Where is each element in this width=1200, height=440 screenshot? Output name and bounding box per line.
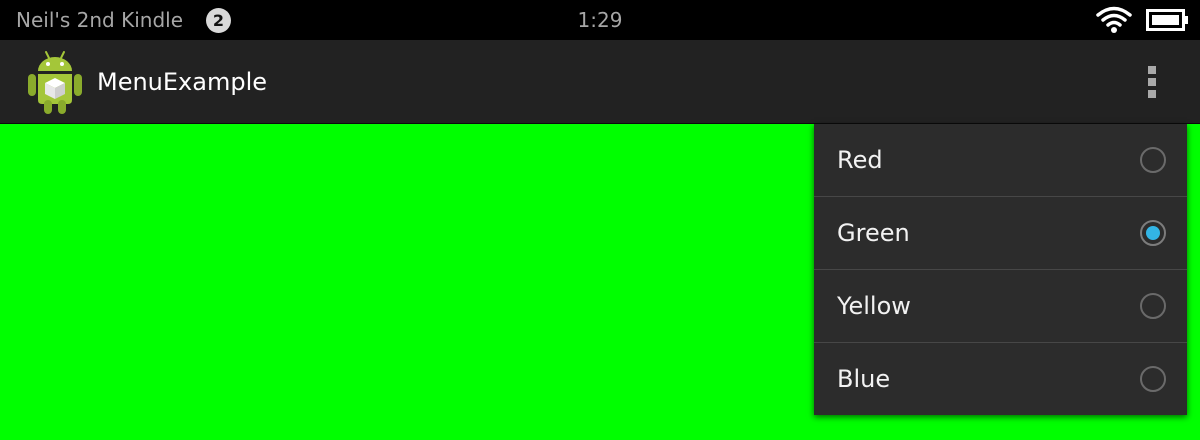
app-title: MenuExample [97,68,268,96]
menu-item-label: Green [837,219,910,247]
menu-item-label: Yellow [837,292,911,320]
status-clock: 1:29 [577,8,623,32]
menu-item-label: Blue [837,365,891,393]
status-bar: Neil's 2nd Kindle 2 1:29 [0,0,1200,40]
wifi-icon [1096,6,1132,33]
menu-item-blue[interactable]: Blue [814,343,1187,416]
radio-button-yellow[interactable] [1140,293,1166,319]
action-bar: MenuExample [0,40,1200,124]
android-robot-icon[interactable] [22,48,88,116]
radio-selected-dot [1146,226,1160,240]
radio-button-blue[interactable] [1140,366,1166,392]
radio-button-red[interactable] [1140,147,1166,173]
overflow-menu-icon[interactable] [1130,60,1174,104]
menu-item-label: Red [837,146,883,174]
radio-button-green[interactable] [1140,220,1166,246]
battery-icon [1146,9,1188,31]
color-popup-menu: Red Green Yellow Blue [814,124,1187,415]
menu-item-red[interactable]: Red [814,124,1187,197]
device-screen: Neil's 2nd Kindle 2 1:29 MenuExample Red… [0,0,1200,440]
menu-item-yellow[interactable]: Yellow [814,270,1187,343]
menu-item-green[interactable]: Green [814,197,1187,270]
